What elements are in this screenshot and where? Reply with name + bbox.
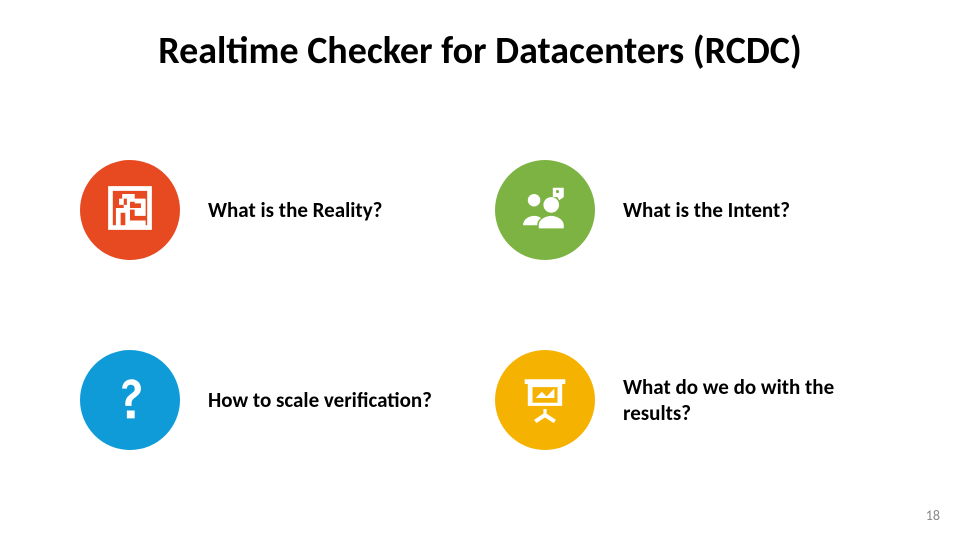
item-label: What is the Reality? xyxy=(208,197,382,223)
slide-title: Realtime Checker for Datacenters (RCDC) xyxy=(0,28,960,74)
page-number: 18 xyxy=(926,507,940,524)
item-label: What do we do with the results? xyxy=(623,374,863,427)
icon-circle xyxy=(495,350,595,450)
item-label: What is the Intent? xyxy=(623,197,790,223)
question-mark-icon xyxy=(105,373,155,428)
icon-circle xyxy=(80,350,180,450)
maze-icon xyxy=(105,183,155,238)
people-question-icon xyxy=(520,183,570,238)
item-scale: How to scale verification? xyxy=(80,350,465,450)
item-label: How to scale verification? xyxy=(208,387,432,413)
item-intent: What is the Intent? xyxy=(495,160,880,260)
icon-circle xyxy=(495,160,595,260)
item-results: What do we do with the results? xyxy=(495,350,880,450)
presentation-board-icon xyxy=(520,373,570,428)
icon-circle xyxy=(80,160,180,260)
item-reality: What is the Reality? xyxy=(80,160,465,260)
items-grid: What is the Reality? What is the Intent?… xyxy=(80,160,880,450)
